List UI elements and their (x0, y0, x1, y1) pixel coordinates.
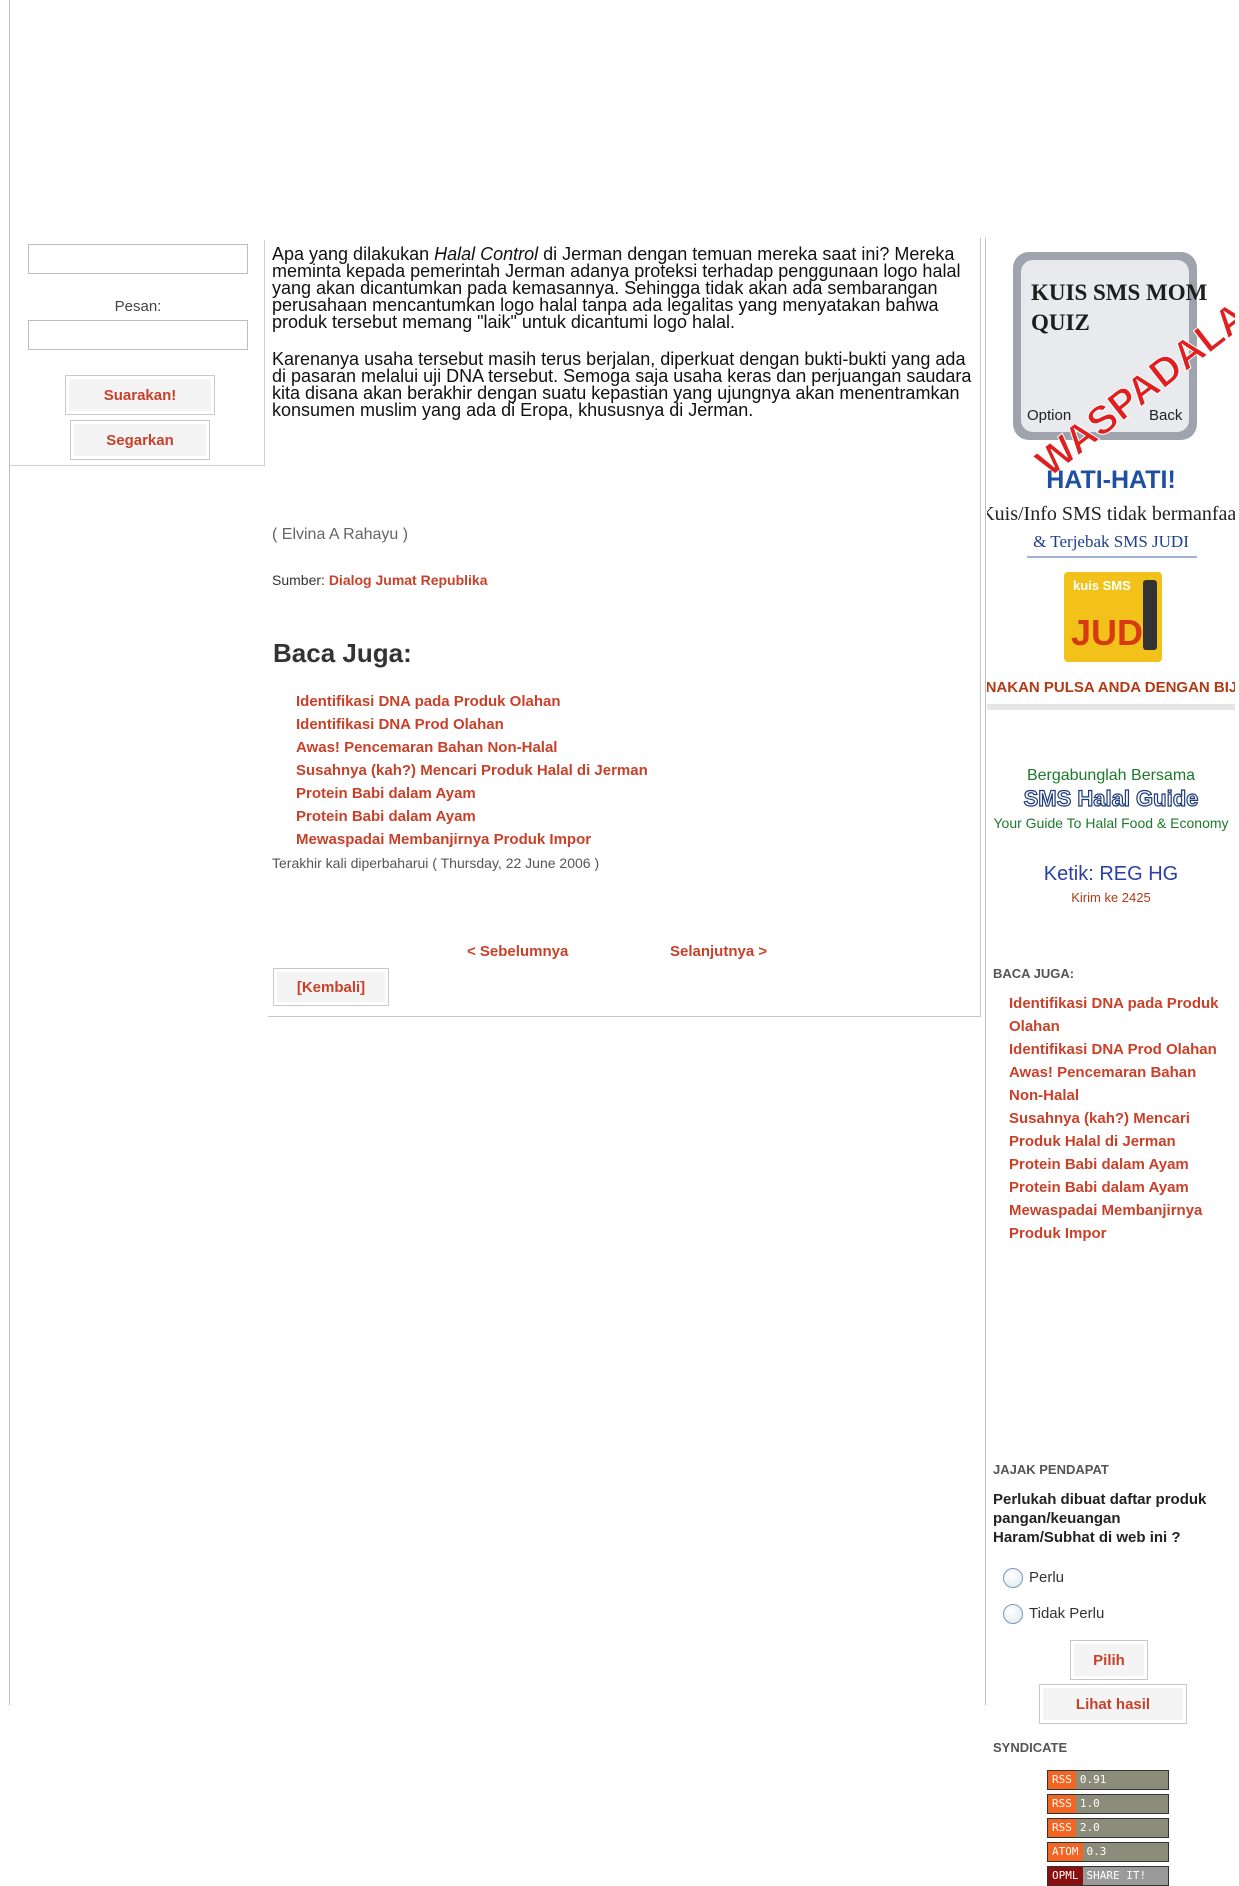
list-item: Protein Babi dalam Ayam (1009, 1176, 1231, 1199)
article-author: ( Elvina A Rahayu ) (272, 526, 409, 543)
name-field[interactable] (28, 244, 248, 274)
atom-03-feed[interactable]: ATOM 0.3 (1047, 1842, 1169, 1862)
sidebar-related-link[interactable]: Identifikasi DNA pada Produk Olahan (1009, 995, 1218, 1035)
pesan-label: Pesan: (114, 298, 162, 315)
svg-text:KUIS SMS MOM: KUIS SMS MOM (1031, 280, 1208, 305)
svg-text:Bergabunglah Bersama: Bergabunglah Bersama (1027, 767, 1195, 784)
suarakan-button[interactable]: Suarakan! (65, 375, 215, 415)
segarkan-button[interactable]: Segarkan (70, 420, 210, 460)
related-link[interactable]: Awas! Pencemaran Bahan Non-Halal (296, 739, 557, 756)
shoutbox-form: Pesan: Suarakan! Segarkan (10, 240, 265, 466)
related-articles-list: Identifikasi DNA pada Produk Olahan Iden… (296, 690, 648, 851)
opml-share-feed[interactable]: OPML SHARE IT! (1047, 1866, 1169, 1886)
list-item: Awas! Pencemaran Bahan Non-Halal (296, 736, 648, 759)
article-paragraph-2: Karenanya usaha tersebut masih terus ber… (272, 349, 972, 420)
sidebar-related-list: Identifikasi DNA pada Produk Olahan Iden… (1009, 992, 1231, 1245)
list-item: Awas! Pencemaran Bahan Non-Halal (1009, 1061, 1231, 1107)
source-link[interactable]: Dialog Jumat Republika (329, 572, 488, 588)
sidebar-related-link[interactable]: Protein Babi dalam Ayam (1009, 1179, 1189, 1196)
baca-juga-heading: Baca Juga: (273, 638, 412, 668)
svg-text:Back: Back (1149, 407, 1183, 424)
rss-20-feed[interactable]: RSS 2.0 (1047, 1818, 1169, 1838)
previous-link[interactable]: < Sebelumnya (467, 943, 568, 960)
svg-text:Your Guide To Halal Food & Eco: Your Guide To Halal Food & Economy (993, 815, 1228, 831)
sidebar-related-link[interactable]: Protein Babi dalam Ayam (1009, 1156, 1189, 1173)
lihat-hasil-button[interactable]: Lihat hasil (1039, 1684, 1187, 1724)
right-column-divider (985, 238, 986, 1705)
last-updated: Terakhir kali diperbaharui ( Thursday, 2… (272, 855, 600, 871)
svg-text:Kuis/Info SMS tidak bermanfaat: Kuis/Info SMS tidak bermanfaat (987, 503, 1235, 525)
related-link[interactable]: Identifikasi DNA pada Produk Olahan (296, 693, 561, 710)
svg-text:GUNAKAN PULSA ANDA DENGAN BIJA: GUNAKAN PULSA ANDA DENGAN BIJAK (987, 679, 1235, 696)
list-item: Identifikasi DNA pada Produk Olahan (1009, 992, 1231, 1038)
sms-ad-graphic: KUIS SMS MOM QUIZ Option Back WASPADALAH… (963, 240, 1239, 935)
list-item: Mewaspadai Membanjirnya Produk Impor (1009, 1199, 1231, 1245)
related-link[interactable]: Susahnya (kah?) Mencari Produk Halal di … (296, 762, 648, 779)
related-link[interactable]: Protein Babi dalam Ayam (296, 808, 476, 825)
poll-question: Perlukah dibuat daftar produk pangan/keu… (993, 1491, 1207, 1546)
sidebar-related-link[interactable]: Susahnya (kah?) Mencari Produk Halal di … (1009, 1110, 1190, 1150)
next-link[interactable]: Selanjutnya > (670, 943, 767, 960)
rss-091-feed[interactable]: RSS 0.91 (1047, 1770, 1169, 1790)
list-item: Protein Babi dalam Ayam (1009, 1153, 1231, 1176)
sidebar-related-link[interactable]: Awas! Pencemaran Bahan Non-Halal (1009, 1064, 1196, 1104)
list-item: Identifikasi DNA Prod Olahan (296, 713, 648, 736)
list-item: Identifikasi DNA pada Produk Olahan (296, 690, 648, 713)
list-item: Mewaspadai Membanjirnya Produk Impor (296, 828, 648, 851)
related-link[interactable]: Protein Babi dalam Ayam (296, 785, 476, 802)
article-content: Apa yang dilakukan Halal Control di Jerm… (268, 238, 981, 1017)
poll-option-perlu[interactable]: Perlu (1003, 1568, 1064, 1588)
syndicate-title: SYNDICATE (993, 1740, 1068, 1755)
rss-10-feed[interactable]: RSS 1.0 (1047, 1794, 1169, 1814)
list-item: Identifikasi DNA Prod Olahan (1009, 1038, 1231, 1061)
svg-text:SMS Halal Guide: SMS Halal Guide (1024, 786, 1199, 811)
sms-ad-banner[interactable]: KUIS SMS MOM QUIZ Option Back WASPADALAH… (963, 240, 1239, 935)
article-source: Sumber: Dialog Jumat Republika (272, 572, 488, 588)
svg-text:& Terjebak SMS JUDI: & Terjebak SMS JUDI (1033, 532, 1189, 551)
svg-text:HATI-HATI!: HATI-HATI! (1046, 466, 1176, 494)
kembali-button[interactable]: [Kembali] (273, 968, 389, 1006)
svg-text:kuis SMS: kuis SMS (1073, 578, 1131, 593)
article-paragraph-1: Apa yang dilakukan Halal Control di Jerm… (272, 244, 961, 332)
sidebar-related-link[interactable]: Identifikasi DNA Prod Olahan (1009, 1041, 1217, 1058)
sidebar-related-link[interactable]: Mewaspadai Membanjirnya Produk Impor (1009, 1202, 1202, 1242)
list-item: Protein Babi dalam Ayam (296, 805, 648, 828)
related-link[interactable]: Identifikasi DNA Prod Olahan (296, 716, 504, 733)
related-link[interactable]: Mewaspadai Membanjirnya Produk Impor (296, 831, 591, 848)
baca-juga-sidebar-title: BACA JUGA: (993, 966, 1075, 981)
poll-option-tidak-perlu[interactable]: Tidak Perlu (1003, 1604, 1104, 1624)
radio-button[interactable] (1003, 1568, 1023, 1588)
list-item: Protein Babi dalam Ayam (296, 782, 648, 805)
svg-text:QUIZ: QUIZ (1031, 310, 1090, 335)
message-field[interactable] (28, 320, 248, 350)
svg-text:Ketik: REG HG: Ketik: REG HG (1044, 863, 1178, 885)
poll-title: JAJAK PENDAPAT (993, 1462, 1109, 1477)
list-item: Susahnya (kah?) Mencari Produk Halal di … (296, 759, 648, 782)
pilih-button[interactable]: Pilih (1070, 1640, 1148, 1680)
svg-text:Kirim ke 2425: Kirim ke 2425 (1071, 890, 1150, 905)
radio-button[interactable] (1003, 1604, 1023, 1624)
list-item: Susahnya (kah?) Mencari Produk Halal di … (1009, 1107, 1231, 1153)
svg-text:JUDI: JUDI (1071, 612, 1153, 653)
